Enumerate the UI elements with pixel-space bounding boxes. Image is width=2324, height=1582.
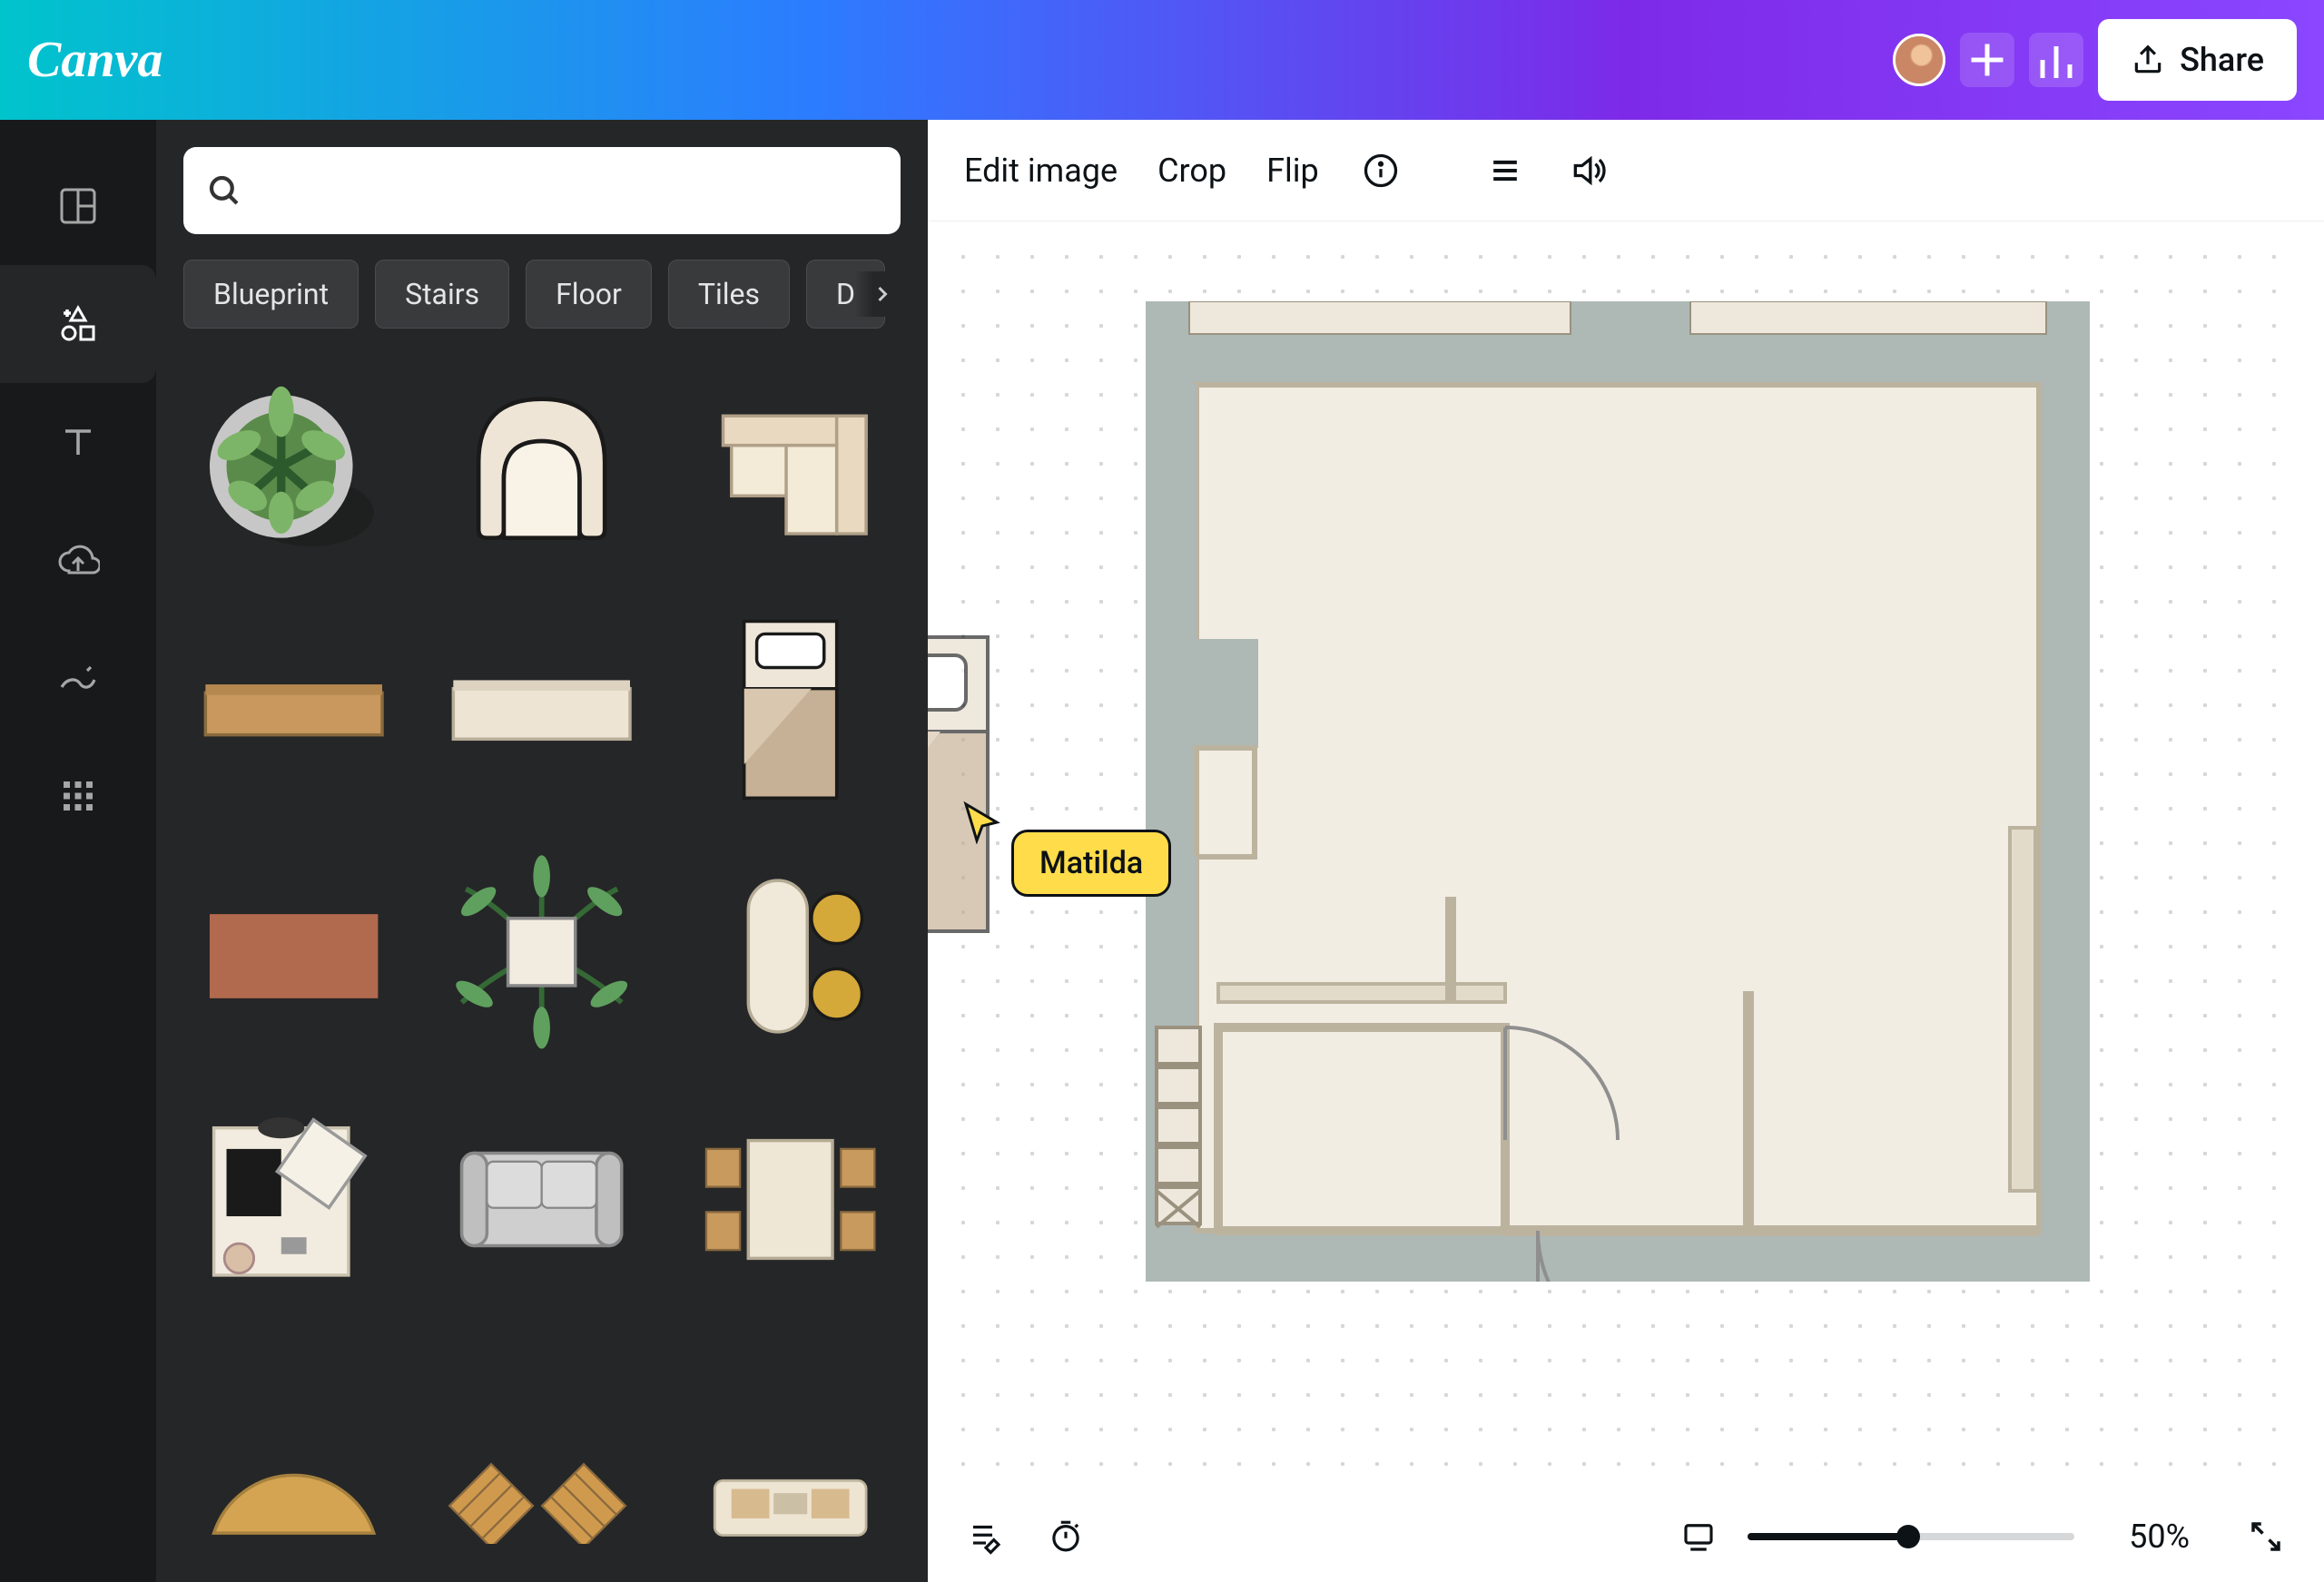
rail-apps[interactable] bbox=[0, 737, 156, 855]
grid-toggle-button[interactable] bbox=[1677, 1515, 1720, 1558]
brand-logo[interactable]: Canva bbox=[27, 31, 1893, 89]
list-button[interactable] bbox=[1483, 149, 1527, 192]
crop-button[interactable]: Crop bbox=[1157, 152, 1226, 190]
grid-view-icon bbox=[1679, 1518, 1718, 1556]
context-toolbar: Edit image Crop Flip bbox=[928, 120, 2324, 221]
fullscreen-icon bbox=[2247, 1518, 2285, 1556]
insights-button[interactable] bbox=[2029, 33, 2083, 87]
top-header: Canva Share bbox=[0, 0, 2324, 120]
avatar[interactable] bbox=[1893, 34, 1945, 86]
search-input[interactable] bbox=[183, 147, 901, 234]
zoom-slider-fill bbox=[1748, 1533, 1911, 1540]
rail-text[interactable] bbox=[0, 383, 156, 501]
left-rail bbox=[0, 120, 156, 1582]
edit-image-button[interactable]: Edit image bbox=[964, 152, 1118, 190]
element-pot-fern[interactable] bbox=[431, 847, 652, 1057]
element-l-sofa[interactable] bbox=[680, 361, 901, 572]
floorplan[interactable] bbox=[1146, 301, 2090, 1282]
search-icon bbox=[205, 172, 243, 210]
draw-icon bbox=[56, 656, 100, 700]
brand-logo-text: Canva bbox=[27, 32, 162, 88]
fullscreen-button[interactable] bbox=[2244, 1515, 2288, 1558]
element-bed[interactable] bbox=[680, 604, 901, 815]
element-sideboard-light[interactable] bbox=[431, 604, 652, 815]
share-button[interactable]: Share bbox=[2098, 19, 2297, 101]
rail-templates[interactable] bbox=[0, 147, 156, 265]
plus-icon bbox=[1960, 33, 2014, 87]
element-rug-terracotta[interactable] bbox=[183, 847, 404, 1057]
filter-chip-stairs[interactable]: Stairs bbox=[375, 260, 509, 329]
element-sideboard-wood[interactable] bbox=[183, 604, 404, 815]
element-armchair[interactable] bbox=[431, 361, 652, 572]
timer-icon bbox=[1047, 1518, 1085, 1556]
search-field[interactable] bbox=[261, 174, 879, 208]
notes-icon bbox=[967, 1518, 1005, 1556]
speaker-icon bbox=[1569, 151, 1609, 191]
zoom-slider-thumb[interactable] bbox=[1896, 1525, 1920, 1548]
upload-icon bbox=[2131, 43, 2165, 77]
element-dining-set[interactable] bbox=[680, 1090, 901, 1301]
add-button[interactable] bbox=[1960, 33, 2014, 87]
bar-chart-icon bbox=[2029, 33, 2083, 87]
timer-button[interactable] bbox=[1044, 1515, 1088, 1558]
elements-panel: Blueprint Stairs Floor Tiles D bbox=[156, 120, 928, 1582]
element-sofa-grey[interactable] bbox=[431, 1090, 652, 1301]
notes-button[interactable] bbox=[964, 1515, 1008, 1558]
canvas-area: Edit image Crop Flip bbox=[928, 120, 2324, 1582]
list-icon bbox=[1485, 151, 1525, 191]
elements-icon bbox=[56, 302, 100, 346]
dragging-element-bed[interactable] bbox=[928, 630, 995, 948]
filter-chips: Blueprint Stairs Floor Tiles D bbox=[183, 260, 901, 329]
filter-scroll-right[interactable] bbox=[855, 271, 901, 317]
element-half-round-table[interactable] bbox=[183, 1333, 404, 1544]
cursor-icon bbox=[960, 801, 1004, 844]
filter-chip-floor[interactable]: Floor bbox=[526, 260, 652, 329]
zoom-label[interactable]: 50% bbox=[2129, 1518, 2190, 1556]
filter-chip-tiles[interactable]: Tiles bbox=[668, 260, 790, 329]
chevron-right-icon bbox=[870, 281, 895, 307]
element-patio-chairs[interactable] bbox=[431, 1333, 652, 1544]
flip-button[interactable]: Flip bbox=[1266, 152, 1319, 190]
info-icon bbox=[1361, 151, 1401, 191]
element-living-set[interactable] bbox=[183, 1090, 404, 1301]
share-label: Share bbox=[2180, 41, 2264, 79]
canvas-viewport[interactable]: Matilda bbox=[928, 221, 2324, 1491]
rail-elements[interactable] bbox=[0, 265, 156, 383]
filter-chip-blueprint[interactable]: Blueprint bbox=[183, 260, 359, 329]
collaborator-cursor: Matilda bbox=[960, 801, 1004, 848]
rail-draw[interactable] bbox=[0, 619, 156, 737]
info-button[interactable] bbox=[1359, 149, 1403, 192]
apps-icon bbox=[56, 774, 100, 818]
element-sofa-cream[interactable] bbox=[680, 1333, 901, 1544]
audio-button[interactable] bbox=[1567, 149, 1610, 192]
cloud-upload-icon bbox=[56, 538, 100, 582]
zoom-slider[interactable] bbox=[1748, 1533, 2074, 1540]
element-table-stools[interactable] bbox=[680, 847, 901, 1057]
templates-icon bbox=[56, 184, 100, 228]
text-icon bbox=[56, 420, 100, 464]
collaborator-name-tag: Matilda bbox=[1011, 830, 1171, 897]
element-plant-pot[interactable] bbox=[183, 361, 404, 572]
elements-grid bbox=[183, 361, 901, 1582]
rail-uploads[interactable] bbox=[0, 501, 156, 619]
canvas-footer: 50% bbox=[928, 1491, 2324, 1582]
